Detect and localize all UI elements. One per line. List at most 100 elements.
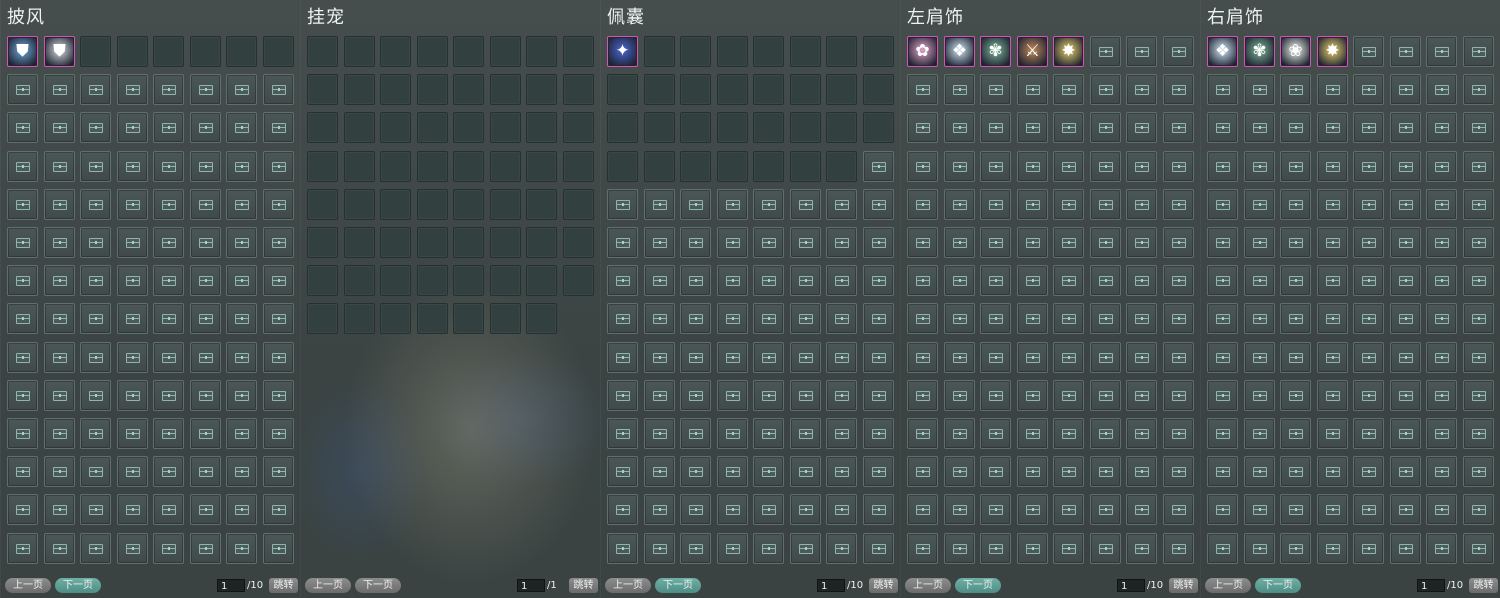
locked-slot[interactable] bbox=[1053, 112, 1084, 143]
locked-slot[interactable] bbox=[944, 74, 975, 105]
locked-slot[interactable] bbox=[1390, 418, 1421, 449]
locked-slot[interactable] bbox=[1090, 74, 1121, 105]
locked-slot[interactable] bbox=[717, 533, 748, 564]
locked-slot[interactable] bbox=[263, 342, 294, 373]
locked-slot[interactable] bbox=[1126, 342, 1157, 373]
locked-slot[interactable] bbox=[1017, 227, 1048, 258]
locked-slot[interactable] bbox=[680, 494, 711, 525]
locked-slot[interactable] bbox=[190, 456, 221, 487]
locked-slot[interactable] bbox=[44, 265, 75, 296]
empty-slot[interactable] bbox=[490, 151, 521, 182]
locked-slot[interactable] bbox=[790, 303, 821, 334]
locked-slot[interactable] bbox=[944, 533, 975, 564]
locked-slot[interactable] bbox=[263, 151, 294, 182]
empty-slot[interactable] bbox=[490, 112, 521, 143]
empty-slot[interactable] bbox=[826, 112, 857, 143]
locked-slot[interactable] bbox=[790, 494, 821, 525]
locked-slot[interactable] bbox=[1353, 342, 1384, 373]
locked-slot[interactable] bbox=[1053, 303, 1084, 334]
locked-slot[interactable] bbox=[907, 151, 938, 182]
locked-slot[interactable] bbox=[1017, 418, 1048, 449]
locked-slot[interactable] bbox=[944, 494, 975, 525]
locked-slot[interactable] bbox=[863, 189, 894, 220]
locked-slot[interactable] bbox=[644, 227, 675, 258]
empty-slot[interactable] bbox=[490, 265, 521, 296]
locked-slot[interactable] bbox=[153, 74, 184, 105]
locked-slot[interactable] bbox=[753, 533, 784, 564]
empty-slot[interactable] bbox=[344, 36, 375, 67]
locked-slot[interactable] bbox=[190, 151, 221, 182]
locked-slot[interactable] bbox=[717, 189, 748, 220]
locked-slot[interactable] bbox=[1390, 189, 1421, 220]
locked-slot[interactable] bbox=[1126, 227, 1157, 258]
locked-slot[interactable] bbox=[1390, 151, 1421, 182]
empty-slot[interactable] bbox=[226, 36, 257, 67]
empty-slot[interactable] bbox=[563, 265, 594, 296]
locked-slot[interactable] bbox=[980, 303, 1011, 334]
empty-slot[interactable] bbox=[826, 36, 857, 67]
locked-slot[interactable] bbox=[826, 380, 857, 411]
locked-slot[interactable] bbox=[680, 418, 711, 449]
locked-slot[interactable] bbox=[153, 380, 184, 411]
locked-slot[interactable] bbox=[863, 494, 894, 525]
locked-slot[interactable] bbox=[790, 533, 821, 564]
locked-slot[interactable] bbox=[717, 494, 748, 525]
empty-slot[interactable] bbox=[417, 74, 448, 105]
empty-slot[interactable] bbox=[490, 227, 521, 258]
jump-button[interactable]: 跳转 bbox=[1169, 578, 1198, 593]
locked-slot[interactable] bbox=[826, 303, 857, 334]
locked-slot[interactable] bbox=[44, 151, 75, 182]
locked-slot[interactable] bbox=[263, 303, 294, 334]
locked-slot[interactable] bbox=[980, 227, 1011, 258]
empty-slot[interactable] bbox=[153, 36, 184, 67]
locked-slot[interactable] bbox=[980, 380, 1011, 411]
locked-slot[interactable] bbox=[1126, 36, 1157, 67]
locked-slot[interactable] bbox=[863, 533, 894, 564]
locked-slot[interactable] bbox=[1353, 265, 1384, 296]
locked-slot[interactable] bbox=[717, 418, 748, 449]
locked-slot[interactable] bbox=[863, 265, 894, 296]
empty-slot[interactable] bbox=[563, 36, 594, 67]
empty-slot[interactable] bbox=[453, 151, 484, 182]
empty-slot[interactable] bbox=[753, 74, 784, 105]
locked-slot[interactable] bbox=[44, 189, 75, 220]
locked-slot[interactable] bbox=[1163, 418, 1194, 449]
locked-slot[interactable] bbox=[226, 418, 257, 449]
locked-slot[interactable] bbox=[1053, 342, 1084, 373]
locked-slot[interactable] bbox=[863, 227, 894, 258]
locked-slot[interactable] bbox=[190, 380, 221, 411]
empty-slot[interactable] bbox=[526, 74, 557, 105]
locked-slot[interactable] bbox=[1463, 456, 1494, 487]
empty-slot[interactable] bbox=[490, 189, 521, 220]
prev-page-button[interactable]: 上一页 bbox=[905, 578, 951, 593]
locked-slot[interactable] bbox=[863, 456, 894, 487]
locked-slot[interactable] bbox=[1090, 380, 1121, 411]
empty-slot[interactable] bbox=[417, 303, 448, 334]
locked-slot[interactable] bbox=[153, 265, 184, 296]
locked-slot[interactable] bbox=[1163, 151, 1194, 182]
locked-slot[interactable] bbox=[1126, 189, 1157, 220]
locked-slot[interactable] bbox=[753, 456, 784, 487]
empty-slot[interactable] bbox=[490, 74, 521, 105]
locked-slot[interactable] bbox=[1353, 151, 1384, 182]
locked-slot[interactable] bbox=[44, 380, 75, 411]
locked-slot[interactable] bbox=[117, 456, 148, 487]
locked-slot[interactable] bbox=[980, 74, 1011, 105]
jump-button[interactable]: 跳转 bbox=[569, 578, 598, 593]
empty-slot[interactable] bbox=[453, 265, 484, 296]
locked-slot[interactable] bbox=[1017, 456, 1048, 487]
locked-slot[interactable] bbox=[1390, 303, 1421, 334]
locked-slot[interactable] bbox=[980, 456, 1011, 487]
locked-slot[interactable] bbox=[1090, 342, 1121, 373]
locked-slot[interactable] bbox=[117, 151, 148, 182]
locked-slot[interactable] bbox=[1390, 380, 1421, 411]
empty-slot[interactable] bbox=[453, 303, 484, 334]
locked-slot[interactable] bbox=[117, 265, 148, 296]
locked-slot[interactable] bbox=[153, 227, 184, 258]
locked-slot[interactable] bbox=[607, 227, 638, 258]
locked-slot[interactable] bbox=[1244, 74, 1275, 105]
locked-slot[interactable] bbox=[1207, 380, 1238, 411]
locked-slot[interactable] bbox=[717, 380, 748, 411]
locked-slot[interactable] bbox=[1053, 227, 1084, 258]
locked-slot[interactable] bbox=[1207, 189, 1238, 220]
